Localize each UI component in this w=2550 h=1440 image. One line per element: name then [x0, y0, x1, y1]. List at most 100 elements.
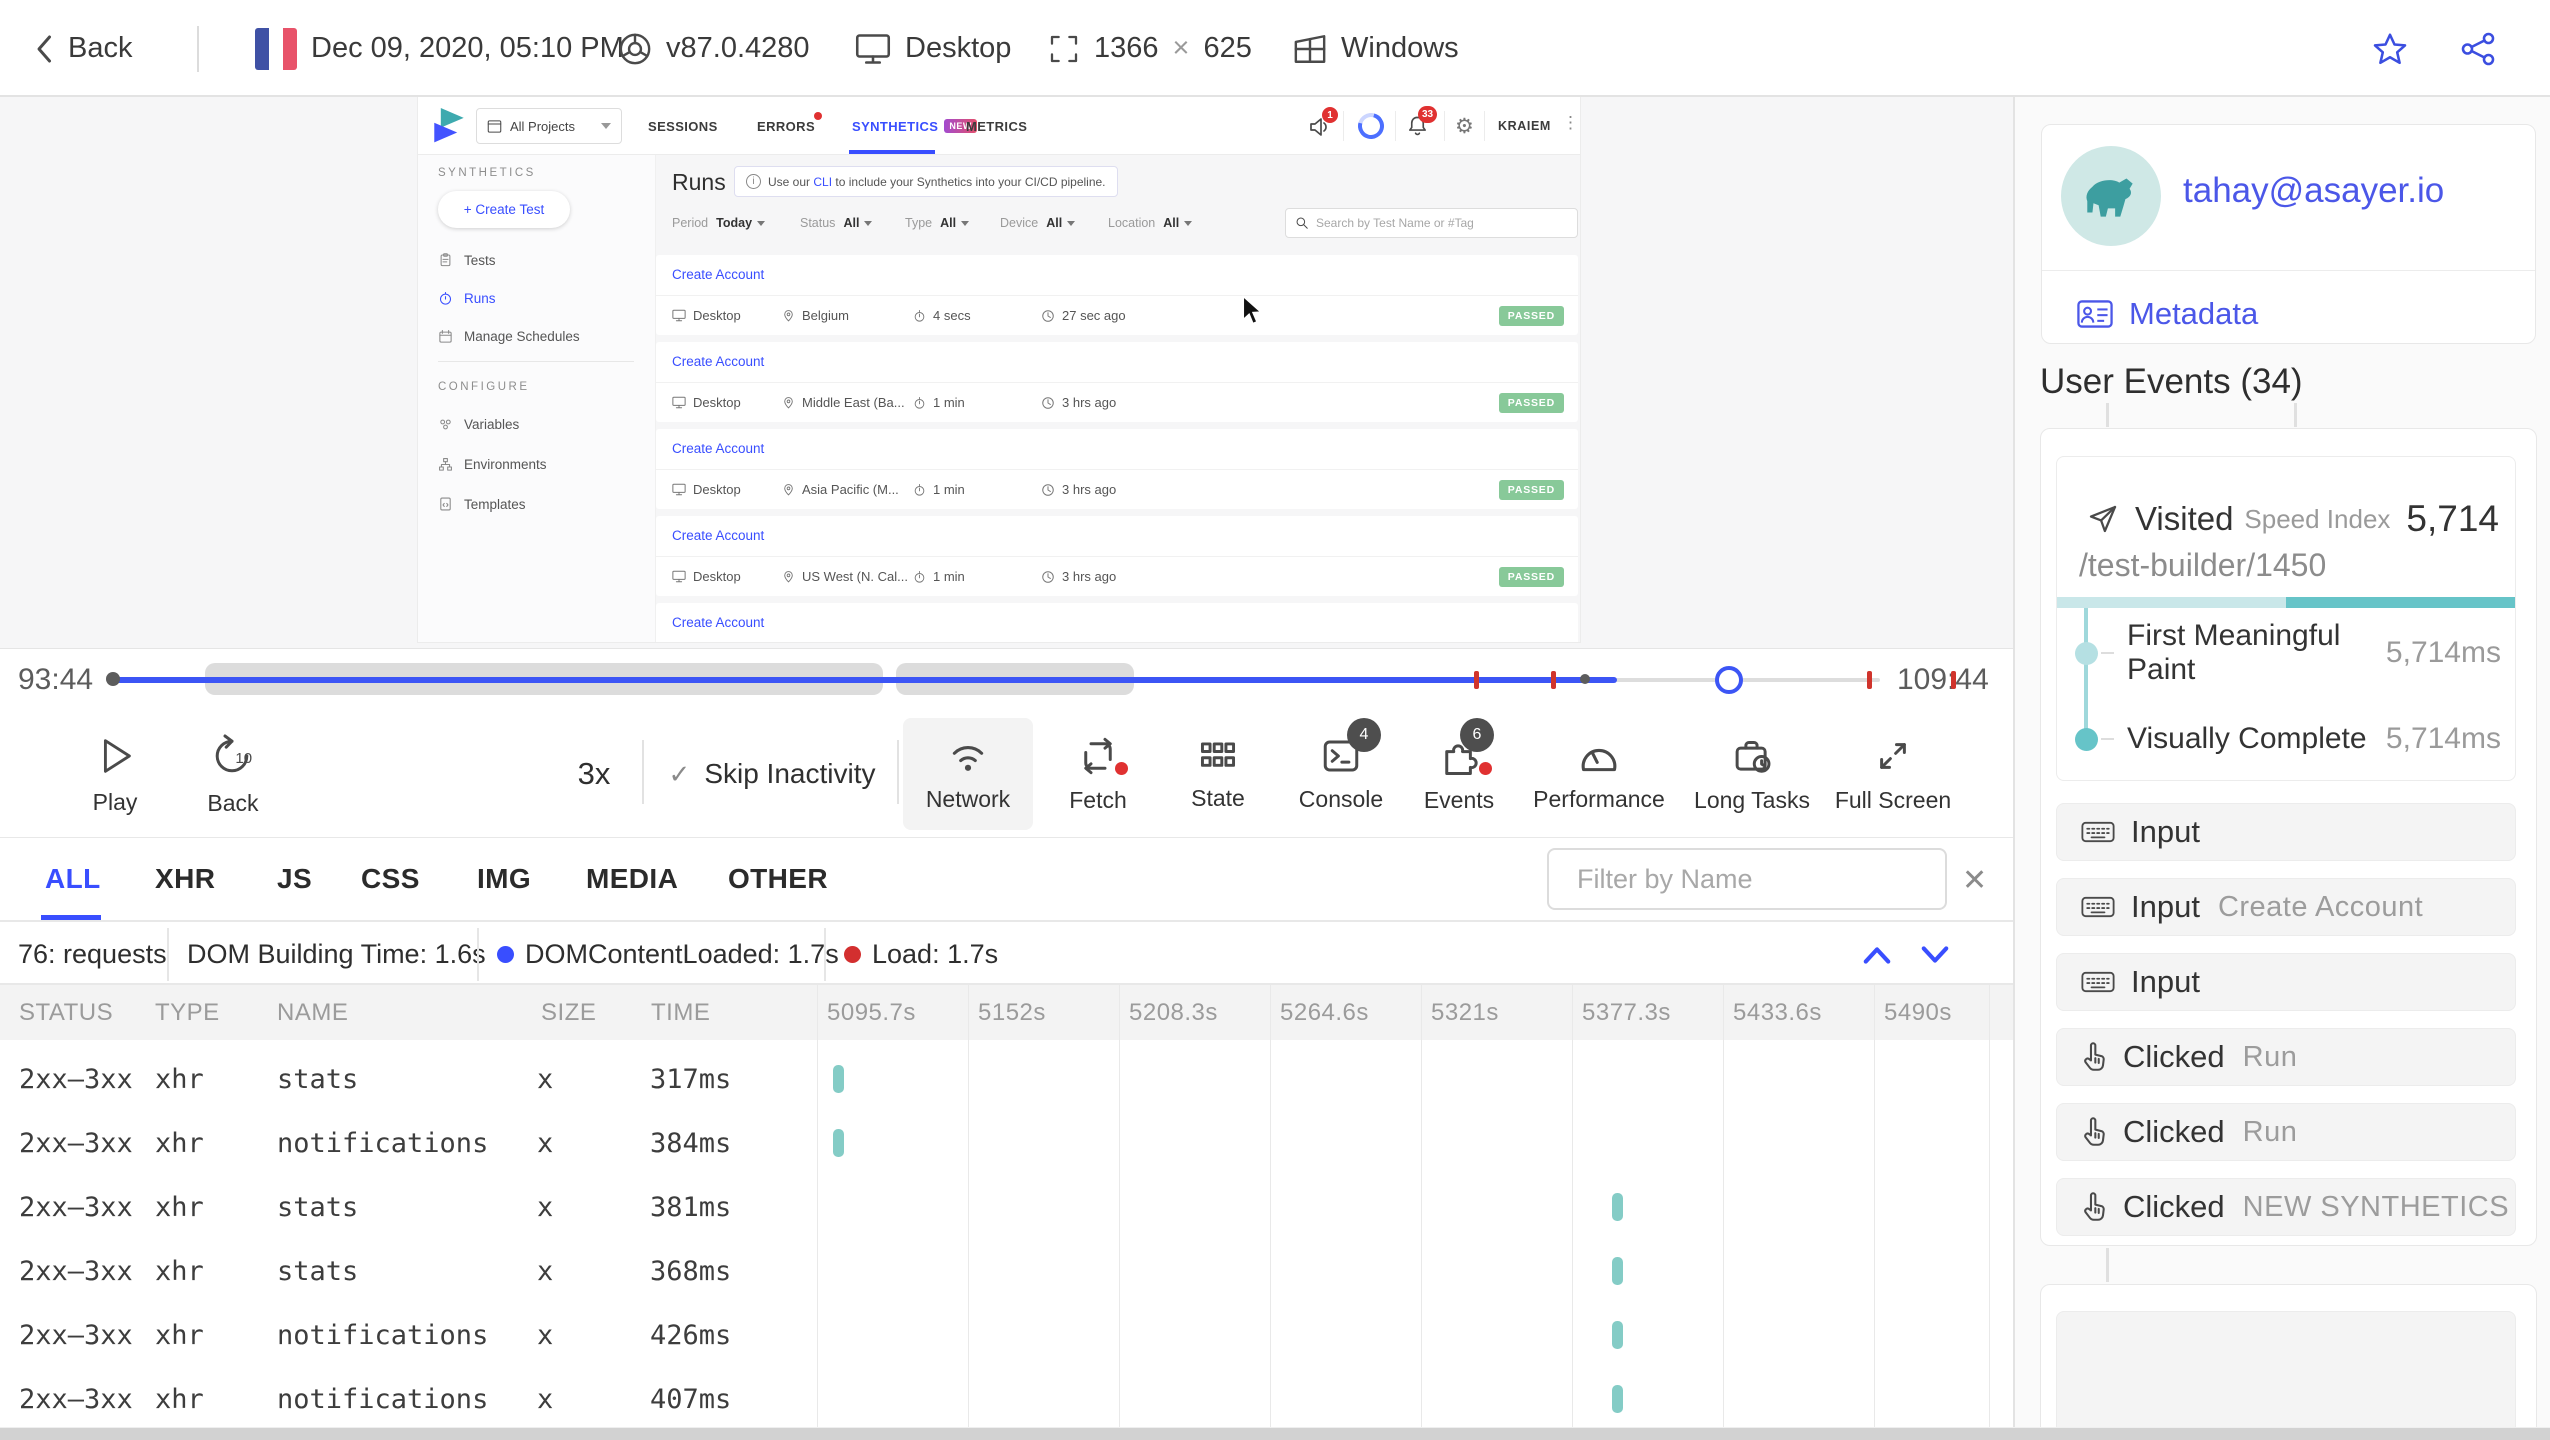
- fetch-icon: [1084, 737, 1112, 774]
- network-request-row[interactable]: 2xx–3xx xhr notifications x 384ms: [0, 1111, 2013, 1175]
- panel-console-button[interactable]: Console 4: [1281, 718, 1401, 830]
- project-selector[interactable]: All Projects: [476, 108, 622, 144]
- sidebar-item-templates[interactable]: Templates: [438, 487, 526, 521]
- visited-progress-bar: [2057, 597, 2515, 608]
- user-menu[interactable]: KRAIEM: [1498, 97, 1551, 155]
- back-button[interactable]: Back: [36, 0, 132, 97]
- play-button[interactable]: Play: [65, 718, 165, 830]
- event-item-clicked[interactable]: Clicked Run: [2056, 1028, 2516, 1086]
- network-request-row[interactable]: 2xx–3xx xhr notifications x 426ms: [0, 1303, 2013, 1367]
- create-test-button[interactable]: + Create Test: [438, 191, 570, 228]
- horizontal-scrollbar[interactable]: [0, 1427, 2550, 1440]
- sidebar-item-environments[interactable]: Environments: [438, 447, 547, 481]
- network-request-row[interactable]: 2xx–3xx xhr stats x 368ms: [0, 1239, 2013, 1303]
- full-screen-button[interactable]: Full Screen: [1828, 718, 1958, 830]
- close-panel-button[interactable]: ✕: [1962, 838, 1987, 922]
- filter-status[interactable]: Status All: [800, 207, 873, 239]
- status-badge: PASSED: [1498, 566, 1564, 587]
- playhead[interactable]: [1715, 666, 1743, 694]
- loading-spinner-icon: [1353, 108, 1389, 144]
- app-tab-synthetics[interactable]: SYNTHETICS NEW: [852, 97, 977, 155]
- announcements-button[interactable]: 1: [1308, 107, 1338, 137]
- panel-long-tasks-button[interactable]: Long Tasks: [1687, 718, 1817, 830]
- net-tab-media[interactable]: MEDIA: [586, 838, 678, 920]
- jump-next-button[interactable]: [1920, 924, 1950, 985]
- visited-card[interactable]: Visited Speed Index 5,714 /test-builder/…: [2056, 456, 2516, 781]
- favorite-button[interactable]: [2372, 0, 2408, 97]
- filter-type[interactable]: Type All: [905, 207, 970, 239]
- filter-location[interactable]: Location All: [1108, 207, 1193, 239]
- location-pin-icon: [784, 483, 793, 495]
- net-tab-xhr[interactable]: XHR: [155, 838, 215, 920]
- event-item-input[interactable]: Input: [2056, 953, 2516, 1011]
- tab-label: SYNTHETICS: [852, 118, 939, 134]
- panel-performance-button[interactable]: Performance: [1524, 718, 1674, 830]
- app-tab-errors[interactable]: ERRORS: [757, 97, 815, 155]
- run-card[interactable]: Create Account Desktop Asia Pacific (M..…: [656, 429, 1578, 509]
- app-tab-metrics[interactable]: METRICS: [966, 97, 1027, 155]
- status-badge: PASSED: [1498, 305, 1564, 326]
- visited-url: /test-builder/1450: [2079, 547, 2327, 583]
- runs-search-input[interactable]: [1316, 216, 1568, 230]
- run-name[interactable]: Create Account: [656, 342, 1578, 382]
- panel-network-button[interactable]: Network: [903, 718, 1033, 830]
- device-type: Desktop: [905, 32, 1012, 64]
- settings-gear-icon[interactable]: ⚙: [1455, 114, 1474, 139]
- kebab-menu-icon[interactable]: ⋮: [1562, 113, 1579, 133]
- project-icon: [487, 119, 502, 133]
- sidebar-item-label: Tests: [464, 252, 496, 268]
- net-tab-all[interactable]: ALL: [45, 838, 101, 920]
- network-request-row[interactable]: 2xx–3xx xhr stats x 317ms: [0, 1047, 2013, 1111]
- hyena-avatar-icon: [2086, 178, 2133, 217]
- net-tab-img[interactable]: IMG: [477, 838, 531, 920]
- clock-icon: [1042, 396, 1054, 409]
- event-marker: [1551, 671, 1556, 689]
- panel-state-button[interactable]: State: [1166, 718, 1270, 830]
- run-card[interactable]: Create Account Desktop Canada (Central) …: [656, 603, 1578, 642]
- run-card[interactable]: Create Account Desktop Middle East (Ba..…: [656, 342, 1578, 422]
- network-filter-input[interactable]: [1577, 863, 1931, 895]
- visited-header: Visited Speed Index 5,714: [2087, 497, 2499, 541]
- speed-toggle[interactable]: 3x: [578, 710, 611, 838]
- sidebar-item-variables[interactable]: Variables: [438, 407, 519, 441]
- network-request-row[interactable]: 2xx–3xx xhr stats x 381ms: [0, 1175, 2013, 1239]
- run-card[interactable]: Create Account Desktop Belgium 4 secs 27…: [656, 255, 1578, 335]
- red-dot-icon: [844, 946, 861, 963]
- sidebar-item-runs[interactable]: Runs: [438, 281, 496, 315]
- net-tab-css[interactable]: CSS: [361, 838, 420, 920]
- chevron-down-icon: [757, 220, 766, 226]
- event-item-input[interactable]: Input Create Account: [2056, 878, 2516, 936]
- notifications-button[interactable]: 33: [1406, 106, 1437, 138]
- share-button[interactable]: [2460, 0, 2496, 97]
- filter-label: Status: [800, 216, 836, 230]
- filter-device[interactable]: Device All: [1000, 207, 1076, 239]
- run-name[interactable]: Create Account: [656, 255, 1578, 295]
- network-request-row[interactable]: 2xx–3xx xhr notifications x 407ms: [0, 1367, 2013, 1427]
- metadata-button[interactable]: Metadata: [2076, 288, 2258, 340]
- timeline-track[interactable]: [106, 649, 1880, 711]
- jump-previous-button[interactable]: [1862, 924, 1892, 985]
- app-tab-sessions[interactable]: SESSIONS: [648, 97, 718, 155]
- event-item-clicked[interactable]: Clicked NEW SYNTHETICS: [2056, 1178, 2516, 1236]
- panel-events-button[interactable]: Events 6: [1404, 718, 1514, 830]
- sidebar-item-tests[interactable]: Tests: [438, 243, 496, 277]
- run-card[interactable]: Create Account Desktop US West (N. Cal..…: [656, 516, 1578, 596]
- timeline-progress: [112, 677, 1617, 683]
- sidebar-item-manage-schedules[interactable]: Manage Schedules: [438, 319, 580, 353]
- panel-fetch-button[interactable]: Fetch: [1046, 718, 1150, 830]
- net-tab-other[interactable]: OTHER: [728, 838, 828, 920]
- run-name[interactable]: Create Account: [656, 603, 1578, 642]
- back-10s-button[interactable]: 10 Back: [178, 718, 288, 830]
- cli-link[interactable]: CLI: [813, 175, 832, 189]
- run-name[interactable]: Create Account: [656, 429, 1578, 469]
- active-tab-underline: [41, 915, 101, 920]
- run-name[interactable]: Create Account: [656, 516, 1578, 556]
- event-item-clicked[interactable]: Clicked Run: [2056, 1103, 2516, 1161]
- skip-inactivity-toggle[interactable]: ✓ Skip Inactivity: [669, 710, 876, 838]
- net-tab-js[interactable]: JS: [277, 838, 312, 920]
- event-item-input[interactable]: Input: [2056, 803, 2516, 861]
- filter-value: All: [843, 216, 873, 230]
- col-size: SIZE: [541, 998, 597, 1026]
- fetch-activity-dot: [1115, 762, 1128, 775]
- filter-period[interactable]: Period Today: [672, 207, 766, 239]
